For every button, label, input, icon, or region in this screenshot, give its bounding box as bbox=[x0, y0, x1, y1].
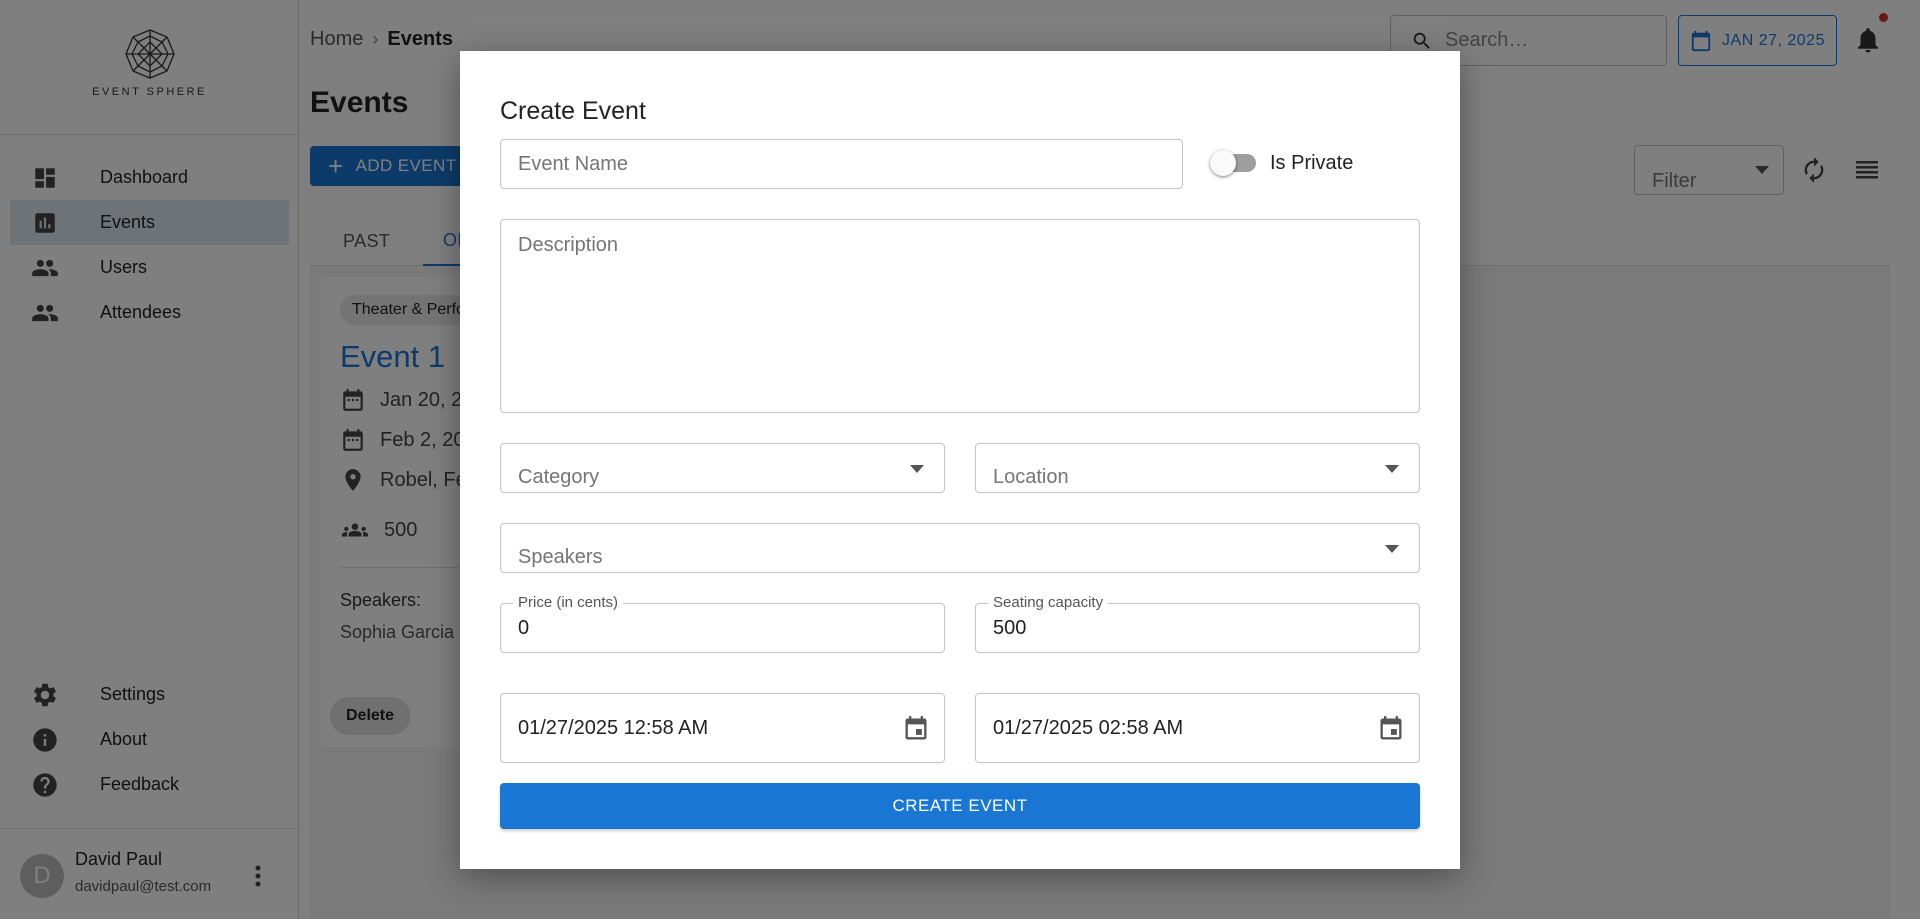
chevron-down-icon bbox=[1385, 465, 1399, 473]
event-name-field[interactable]: Event Name bbox=[500, 139, 1183, 189]
location-select[interactable]: Location bbox=[975, 443, 1420, 493]
is-private-label: Is Private bbox=[1270, 152, 1354, 174]
price-label: Price (in cents) bbox=[513, 594, 624, 611]
start-datetime-field[interactable]: 01/27/2025 12:58 AM bbox=[500, 693, 945, 763]
speakers-placeholder: Speakers bbox=[518, 546, 603, 568]
description-field[interactable]: Description bbox=[500, 219, 1420, 413]
chevron-down-icon bbox=[1385, 545, 1399, 553]
end-datetime-value: 01/27/2025 02:58 AM bbox=[993, 717, 1184, 739]
price-value: 0 bbox=[518, 617, 530, 639]
seating-capacity-value: 500 bbox=[993, 617, 1027, 639]
create-event-dialog: Create Event Event Name Is Private Descr… bbox=[460, 51, 1460, 869]
seating-capacity-label: Seating capacity bbox=[988, 594, 1109, 611]
price-field[interactable]: Price (in cents) 0 bbox=[500, 594, 945, 653]
calendar-event-icon[interactable] bbox=[902, 715, 930, 743]
category-select[interactable]: Category bbox=[500, 443, 945, 493]
private-toggle[interactable] bbox=[1210, 150, 1260, 176]
create-event-button[interactable]: CREATE EVENT bbox=[500, 783, 1420, 829]
location-placeholder: Location bbox=[993, 466, 1069, 488]
event-name-placeholder: Event Name bbox=[518, 153, 629, 175]
category-placeholder: Category bbox=[518, 466, 600, 488]
end-datetime-field[interactable]: 01/27/2025 02:58 AM bbox=[975, 693, 1420, 763]
description-placeholder: Description bbox=[518, 234, 619, 256]
toggle-thumb bbox=[1210, 150, 1236, 176]
speakers-select[interactable]: Speakers bbox=[500, 523, 1420, 573]
start-datetime-value: 01/27/2025 12:58 AM bbox=[518, 717, 709, 739]
calendar-event-icon[interactable] bbox=[1377, 715, 1405, 743]
chevron-down-icon bbox=[910, 465, 924, 473]
dialog-title: Create Event bbox=[500, 97, 646, 125]
seating-capacity-field[interactable]: Seating capacity 500 bbox=[975, 594, 1420, 653]
